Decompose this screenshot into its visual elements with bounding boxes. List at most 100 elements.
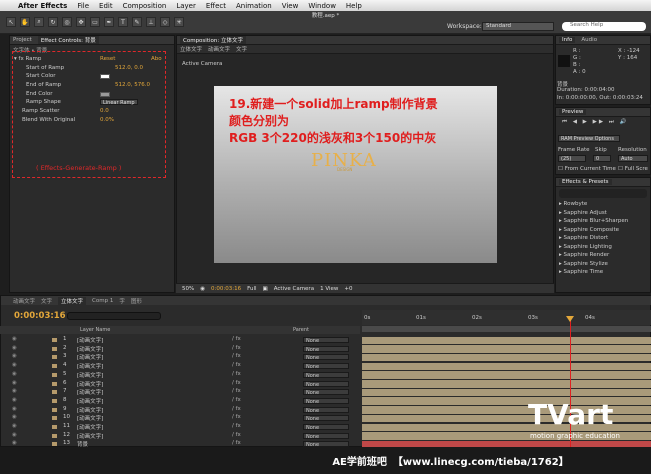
fx-item[interactable]: ▸ Sapphire Blur+Sharpen [556,217,650,226]
label-color-swatch[interactable] [52,364,57,369]
tab-preview[interactable]: Preview [559,109,587,115]
timeline-layer-row[interactable]: ◉ 9 [动画文字] / fx None [0,406,362,415]
label-color-swatch[interactable] [52,407,57,412]
timeline-layer-row[interactable]: ◉ 8 [动画文字] / fx None [0,397,362,406]
layer-name[interactable]: [动画文字] [77,371,103,379]
timeline-layer-row[interactable]: ◉ 11 [动画文字] / fx None [0,423,362,432]
layer-switches[interactable]: / fx [232,380,241,386]
view-layout-select[interactable]: 1 View [320,286,338,292]
layer-name[interactable]: [动画文字] [77,432,103,440]
menu-animation[interactable]: Animation [236,2,272,10]
tab-project[interactable]: Project [13,37,32,43]
timeline-search-input[interactable] [67,312,161,320]
skip-select[interactable]: 0 [593,155,611,162]
layer-name[interactable]: [动画文字] [77,380,103,388]
timeline-tab-1[interactable]: 动画文字 [13,297,35,305]
tab-audio[interactable]: Audio [581,37,597,43]
menu-layer[interactable]: Layer [176,2,196,10]
layer-switches[interactable]: / fx [232,362,241,368]
timeline-tab-4[interactable]: Comp 1 [92,298,113,304]
layer-switches[interactable]: / fx [232,423,241,429]
layer-name[interactable]: [动画文字] [77,336,103,344]
layer-switches[interactable]: / fx [232,336,241,342]
layer-switches[interactable]: / fx [232,440,241,446]
menu-window[interactable]: Window [308,2,336,10]
timeline-layer-row[interactable]: ◉ 2 [动画文字] / fx None [0,345,362,354]
timeline-tab-2[interactable]: 文字 [41,297,52,305]
comp-time[interactable]: 0:00:03:16 [211,286,241,292]
label-color-swatch[interactable] [52,433,57,438]
timeline-layer-row[interactable]: ◉ 12 [动画文字] / fx None [0,432,362,441]
parent-select[interactable]: None [303,354,349,361]
frame-rate-select[interactable]: (25) [558,155,586,162]
fx-item[interactable]: ▸ Rowbyte [556,200,650,209]
region-icon[interactable]: ▣ [263,286,268,292]
label-color-swatch[interactable] [52,381,57,386]
visibility-eye-icon[interactable]: ◉ [12,397,17,403]
exposure-value[interactable]: +0 [344,286,352,292]
layer-duration-bar[interactable] [362,388,651,397]
col-layer-name[interactable]: Layer Name [80,327,110,333]
fx-item[interactable]: ▸ Sapphire Stylize [556,260,650,269]
label-color-swatch[interactable] [52,390,57,395]
app-name[interactable]: After Effects [18,2,67,10]
menu-composition[interactable]: Composition [123,2,167,10]
parent-select[interactable]: None [303,389,349,396]
timeline-layer-row[interactable]: ◉ 7 [动画文字] / fx None [0,388,362,397]
mask-tool-icon[interactable]: ▭ [90,17,100,27]
layer-name[interactable]: [动画文字] [77,397,103,405]
timeline-layer-row[interactable]: ◉ 10 [动画文字] / fx None [0,414,362,423]
tab-composition[interactable]: Composition: 立体文字 [180,36,246,44]
parent-select[interactable]: None [303,432,349,440]
breadcrumb-2[interactable]: 动画文字 [208,45,230,53]
timeline-tab-3[interactable]: 立体文字 [58,296,87,305]
fx-item[interactable]: ▸ Sapphire Render [556,251,650,260]
label-color-swatch[interactable] [52,442,57,447]
effects-search-input[interactable] [559,189,647,198]
playhead-line[interactable] [570,318,571,468]
workspace-select[interactable]: Standard [482,22,554,31]
visibility-eye-icon[interactable]: ◉ [12,353,17,359]
stamp-tool-icon[interactable]: ⊥ [146,17,156,27]
layer-duration-bar[interactable] [362,353,651,362]
visibility-eye-icon[interactable]: ◉ [12,380,17,386]
work-area-bar[interactable] [362,326,651,332]
menu-file[interactable]: File [77,2,89,10]
timeline-layer-row[interactable]: ◉ 5 [动画文字] / fx None [0,371,362,380]
menu-view[interactable]: View [282,2,299,10]
layer-duration-bar[interactable] [362,362,651,371]
parent-select[interactable]: None [303,337,349,344]
label-color-swatch[interactable] [52,372,57,377]
breadcrumb-3[interactable]: 文字 [236,45,247,53]
layer-name[interactable]: [动画文字] [77,414,103,422]
full-screen-checkbox[interactable]: ☐ Full Scre [618,166,648,172]
layer-duration-bar[interactable] [362,345,651,353]
search-help-input[interactable]: Search Help [562,22,646,31]
zoom-tool-icon[interactable]: ⌕ [34,17,44,27]
tab-effect-controls[interactable]: Effect Controls: 背景 [37,36,99,44]
layer-switches[interactable]: / fx [232,406,241,412]
visibility-eye-icon[interactable]: ◉ [12,432,17,438]
layer-name[interactable]: [动画文字] [77,423,103,431]
col-parent[interactable]: Parent [293,327,309,333]
from-current-time-checkbox[interactable]: ☐ From Current Time [558,166,616,172]
timeline-layer-row[interactable]: ◉ 4 [动画文字] / fx None [0,362,362,371]
visibility-eye-icon[interactable]: ◉ [12,423,17,429]
label-color-swatch[interactable] [52,416,57,421]
rotate-tool-icon[interactable]: ↻ [48,17,58,27]
layer-name[interactable]: [动画文字] [77,406,103,414]
parent-select[interactable]: None [303,424,349,431]
timeline-tab-6[interactable]: 图形 [131,297,142,305]
label-color-swatch[interactable] [52,338,57,342]
pan-tool-icon[interactable]: ✥ [76,17,86,27]
parent-select[interactable]: None [303,363,349,370]
fx-item[interactable]: ▸ Sapphire Composite [556,226,650,235]
tab-info[interactable]: Info [559,37,576,43]
preview-controls[interactable]: ⏮ ◀ ▶ ▶▶ ⏭ 🔊 [562,119,628,126]
layer-switches[interactable]: / fx [232,345,241,351]
parent-select[interactable]: None [303,415,349,422]
layer-name[interactable]: [动画文字] [77,353,103,361]
pen-tool-icon[interactable]: ✒ [104,17,114,27]
brush-tool-icon[interactable]: ✎ [132,17,142,27]
resolution-select[interactable]: Full [247,286,256,292]
